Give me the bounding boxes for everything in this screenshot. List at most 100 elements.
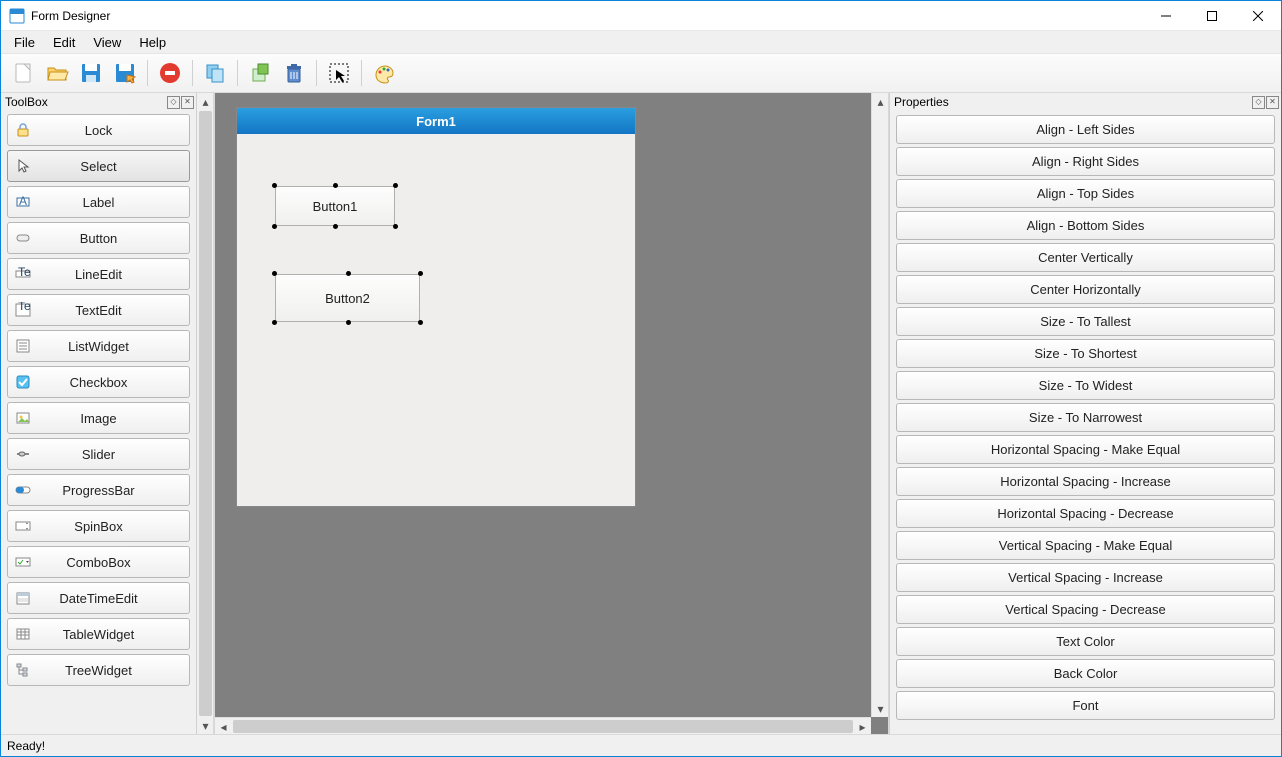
toolbox-item-select[interactable]: Select (7, 150, 190, 182)
scroll-right-icon[interactable]: ▸ (854, 718, 871, 735)
property-action-center-vertically[interactable]: Center Vertically (896, 243, 1275, 272)
scroll-up-icon[interactable]: ▴ (197, 93, 214, 110)
resize-handle[interactable] (418, 271, 423, 276)
image-icon (8, 410, 38, 426)
tree-icon (8, 662, 38, 678)
resize-handle[interactable] (418, 320, 423, 325)
toolbox-float-icon[interactable]: ◇ (167, 96, 180, 109)
resize-handle[interactable] (393, 183, 398, 188)
status-text: Ready! (7, 739, 45, 753)
resize-handle[interactable] (393, 224, 398, 229)
property-action-text-color[interactable]: Text Color (896, 627, 1275, 656)
toolbox-item-label: ListWidget (38, 339, 189, 354)
scroll-left-icon[interactable]: ◂ (215, 718, 232, 735)
toolbox-item-label: DateTimeEdit (38, 591, 189, 606)
property-action-align-left-sides[interactable]: Align - Left Sides (896, 115, 1275, 144)
resize-handle[interactable] (272, 271, 277, 276)
minimize-button[interactable] (1143, 1, 1189, 31)
menu-edit[interactable]: Edit (44, 33, 84, 52)
menu-help[interactable]: Help (130, 33, 175, 52)
toolbar-palette[interactable] (368, 57, 400, 89)
toolbar-copy[interactable] (199, 57, 231, 89)
toolbar-bringfront[interactable] (244, 57, 276, 89)
toolbox-item-label: TextEdit (38, 303, 189, 318)
toolbar-selectall[interactable] (323, 57, 355, 89)
toolbar-saveas[interactable] (109, 57, 141, 89)
toolbox-item-listwidget[interactable]: ListWidget (7, 330, 190, 362)
resize-handle[interactable] (333, 183, 338, 188)
scroll-down-icon[interactable]: ▾ (197, 717, 214, 734)
property-action-align-bottom-sides[interactable]: Align - Bottom Sides (896, 211, 1275, 240)
toolbar-stop[interactable] (154, 57, 186, 89)
properties-float-icon[interactable]: ◇ (1252, 96, 1265, 109)
toolbox-item-combobox[interactable]: ComboBox (7, 546, 190, 578)
resize-handle[interactable] (272, 320, 277, 325)
toolbox-item-label[interactable]: ALabel (7, 186, 190, 218)
toolbox-item-image[interactable]: Image (7, 402, 190, 434)
toolbox-item-label: TableWidget (38, 627, 189, 642)
property-action-vertical-spacing-decrease[interactable]: Vertical Spacing - Decrease (896, 595, 1275, 624)
toolbar-delete[interactable] (278, 57, 310, 89)
resize-handle[interactable] (272, 183, 277, 188)
property-action-vertical-spacing-increase[interactable]: Vertical Spacing - Increase (896, 563, 1275, 592)
toolbox-close-icon[interactable]: ✕ (181, 96, 194, 109)
canvas-button-1[interactable]: Button1 (275, 186, 395, 226)
menu-file[interactable]: File (5, 33, 44, 52)
canvas-vscrollbar[interactable]: ▴ ▾ (871, 93, 888, 717)
form-widget[interactable]: Form1 Button1Button2 (236, 107, 636, 507)
menubar: File Edit View Help (1, 31, 1281, 53)
scroll-up-icon[interactable]: ▴ (872, 93, 889, 110)
toolbox-scrollbar[interactable]: ▴ ▾ (197, 93, 214, 734)
scroll-thumb[interactable] (199, 111, 212, 716)
toolbar (1, 53, 1281, 93)
app-window: Form Designer File Edit View Help (0, 0, 1282, 757)
toolbox-item-button[interactable]: Button (7, 222, 190, 254)
toolbox-item-treewidget[interactable]: TreeWidget (7, 654, 190, 686)
menu-view[interactable]: View (84, 33, 130, 52)
property-action-align-top-sides[interactable]: Align - Top Sides (896, 179, 1275, 208)
property-action-size-to-narrowest[interactable]: Size - To Narrowest (896, 403, 1275, 432)
toolbox-item-label: Label (38, 195, 189, 210)
toolbox-item-slider[interactable]: Slider (7, 438, 190, 470)
toolbox-item-progressbar[interactable]: ProgressBar (7, 474, 190, 506)
maximize-button[interactable] (1189, 1, 1235, 31)
toolbox-item-textedit[interactable]: TextTextEdit (7, 294, 190, 326)
resize-handle[interactable] (333, 224, 338, 229)
scroll-thumb[interactable] (233, 720, 853, 733)
toolbox-item-spinbox[interactable]: SpinBox (7, 510, 190, 542)
canvas-hscrollbar[interactable]: ◂ ▸ (215, 717, 871, 734)
scroll-down-icon[interactable]: ▾ (872, 700, 889, 717)
close-button[interactable] (1235, 1, 1281, 31)
properties-close-icon[interactable]: ✕ (1266, 96, 1279, 109)
property-action-size-to-tallest[interactable]: Size - To Tallest (896, 307, 1275, 336)
toolbox-item-lineedit[interactable]: TextLineEdit (7, 258, 190, 290)
property-action-back-color[interactable]: Back Color (896, 659, 1275, 688)
property-action-font[interactable]: Font (896, 691, 1275, 720)
toolbar-new[interactable] (7, 57, 39, 89)
property-action-center-horizontally[interactable]: Center Horizontally (896, 275, 1275, 304)
canvas-button-2[interactable]: Button2 (275, 274, 420, 322)
toolbox-item-tablewidget[interactable]: TableWidget (7, 618, 190, 650)
toolbox-item-lock[interactable]: Lock (7, 114, 190, 146)
property-action-size-to-shortest[interactable]: Size - To Shortest (896, 339, 1275, 368)
property-action-horizontal-spacing-increase[interactable]: Horizontal Spacing - Increase (896, 467, 1275, 496)
lineedit-icon: Text (8, 266, 38, 282)
property-action-align-right-sides[interactable]: Align - Right Sides (896, 147, 1275, 176)
property-action-vertical-spacing-make-equal[interactable]: Vertical Spacing - Make Equal (896, 531, 1275, 560)
lock-icon (8, 122, 38, 138)
toolbox-item-checkbox[interactable]: Checkbox (7, 366, 190, 398)
property-action-size-to-widest[interactable]: Size - To Widest (896, 371, 1275, 400)
calendar-icon (8, 590, 38, 606)
resize-handle[interactable] (346, 320, 351, 325)
toolbar-open[interactable] (41, 57, 73, 89)
toolbox-item-label: ComboBox (38, 555, 189, 570)
resize-handle[interactable] (272, 224, 277, 229)
property-action-horizontal-spacing-make-equal[interactable]: Horizontal Spacing - Make Equal (896, 435, 1275, 464)
property-action-horizontal-spacing-decrease[interactable]: Horizontal Spacing - Decrease (896, 499, 1275, 528)
resize-handle[interactable] (346, 271, 351, 276)
textedit-icon: Text (8, 302, 38, 318)
toolbar-save[interactable] (75, 57, 107, 89)
design-canvas[interactable]: Form1 Button1Button2 (215, 93, 888, 734)
toolbox-item-datetimeedit[interactable]: DateTimeEdit (7, 582, 190, 614)
spinbox-icon (8, 518, 38, 534)
